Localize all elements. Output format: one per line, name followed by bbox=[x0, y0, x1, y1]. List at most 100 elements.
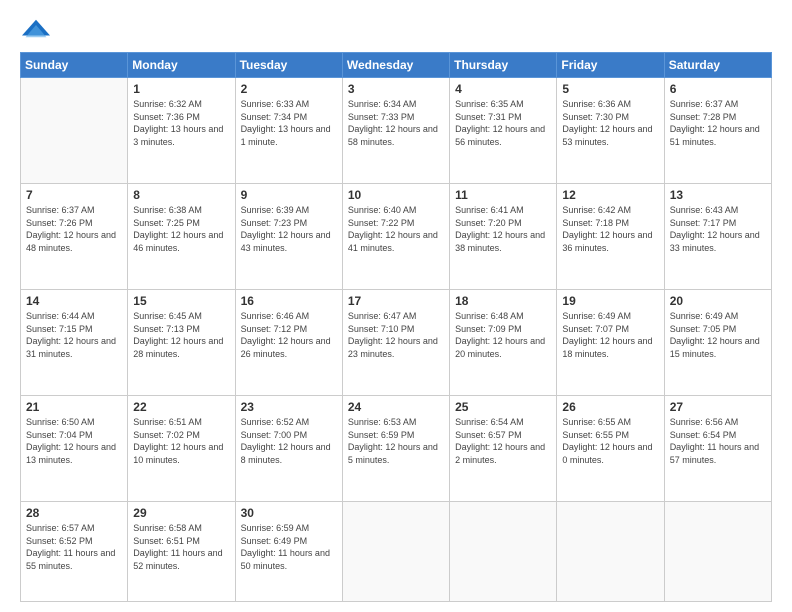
calendar-day-cell: 22 Sunrise: 6:51 AMSunset: 7:02 PMDayligh… bbox=[128, 396, 235, 502]
day-number: 24 bbox=[348, 400, 444, 414]
weekday-header-monday: Monday bbox=[128, 53, 235, 78]
day-number: 7 bbox=[26, 188, 122, 202]
calendar-day-cell: 26Sunrise: 6:55 AMSunset: 6:55 PMDayligh… bbox=[557, 396, 664, 502]
day-info: Sunrise: 6:36 AMSunset: 7:30 PMDaylight:… bbox=[562, 98, 658, 148]
calendar-day-cell bbox=[450, 502, 557, 602]
day-info: Sunrise: 6:43 AMSunset: 7:17 PMDaylight:… bbox=[670, 204, 766, 254]
day-number: 30 bbox=[241, 506, 337, 520]
day-number: 6 bbox=[670, 82, 766, 96]
day-info: Sunrise: 6:39 AMSunset: 7:23 PMDaylight:… bbox=[241, 204, 337, 254]
day-number: 18 bbox=[455, 294, 551, 308]
calendar-day-cell: 5 Sunrise: 6:36 AMSunset: 7:30 PMDaylight… bbox=[557, 78, 664, 184]
day-info: Sunrise: 6:37 AMSunset: 7:28 PMDaylight:… bbox=[670, 98, 766, 148]
day-number: 22 bbox=[133, 400, 229, 414]
calendar-day-cell: 8 Sunrise: 6:38 AMSunset: 7:25 PMDaylight… bbox=[128, 184, 235, 290]
day-info: Sunrise: 6:49 AMSunset: 7:05 PMDaylight:… bbox=[670, 310, 766, 360]
calendar-week-row: 7 Sunrise: 6:37 AMSunset: 7:26 PMDaylight… bbox=[21, 184, 772, 290]
day-number: 15 bbox=[133, 294, 229, 308]
calendar-day-cell: 10Sunrise: 6:40 AMSunset: 7:22 PMDayligh… bbox=[342, 184, 449, 290]
day-info: Sunrise: 6:46 AMSunset: 7:12 PMDaylight:… bbox=[241, 310, 337, 360]
day-info: Sunrise: 6:49 AMSunset: 7:07 PMDaylight:… bbox=[562, 310, 658, 360]
calendar-day-cell: 7 Sunrise: 6:37 AMSunset: 7:26 PMDaylight… bbox=[21, 184, 128, 290]
day-number: 20 bbox=[670, 294, 766, 308]
calendar-day-cell: 28 Sunrise: 6:57 AMSunset: 6:52 PMDayligh… bbox=[21, 502, 128, 602]
day-number: 1 bbox=[133, 82, 229, 96]
day-number: 11 bbox=[455, 188, 551, 202]
page: SundayMondayTuesdayWednesdayThursdayFrid… bbox=[0, 0, 792, 612]
calendar-day-cell: 14 Sunrise: 6:44 AMSunset: 7:15 PMDayligh… bbox=[21, 290, 128, 396]
calendar-day-cell: 19 Sunrise: 6:49 AMSunset: 7:07 PMDayligh… bbox=[557, 290, 664, 396]
calendar-day-cell: 13 Sunrise: 6:43 AMSunset: 7:17 PMDayligh… bbox=[664, 184, 771, 290]
calendar-day-cell: 15 Sunrise: 6:45 AMSunset: 7:13 PMDayligh… bbox=[128, 290, 235, 396]
weekday-header-saturday: Saturday bbox=[664, 53, 771, 78]
weekday-header-wednesday: Wednesday bbox=[342, 53, 449, 78]
day-number: 8 bbox=[133, 188, 229, 202]
calendar-day-cell: 18 Sunrise: 6:48 AMSunset: 7:09 PMDayligh… bbox=[450, 290, 557, 396]
day-number: 12 bbox=[562, 188, 658, 202]
day-info: Sunrise: 6:51 AMSunset: 7:02 PMDaylight:… bbox=[133, 416, 229, 466]
calendar-day-cell: 17Sunrise: 6:47 AMSunset: 7:10 PMDayligh… bbox=[342, 290, 449, 396]
logo-icon bbox=[20, 18, 52, 46]
day-number: 2 bbox=[241, 82, 337, 96]
day-info: Sunrise: 6:56 AMSunset: 6:54 PMDaylight:… bbox=[670, 416, 766, 466]
day-number: 26 bbox=[562, 400, 658, 414]
calendar-day-cell bbox=[21, 78, 128, 184]
day-info: Sunrise: 6:44 AMSunset: 7:15 PMDaylight:… bbox=[26, 310, 122, 360]
calendar-week-row: 28 Sunrise: 6:57 AMSunset: 6:52 PMDayligh… bbox=[21, 502, 772, 602]
calendar-day-cell: 24 Sunrise: 6:53 AMSunset: 6:59 PMDayligh… bbox=[342, 396, 449, 502]
weekday-header-tuesday: Tuesday bbox=[235, 53, 342, 78]
calendar-day-cell: 20 Sunrise: 6:49 AMSunset: 7:05 PMDayligh… bbox=[664, 290, 771, 396]
day-info: Sunrise: 6:58 AMSunset: 6:51 PMDaylight:… bbox=[133, 522, 229, 572]
day-number: 28 bbox=[26, 506, 122, 520]
day-info: Sunrise: 6:38 AMSunset: 7:25 PMDaylight:… bbox=[133, 204, 229, 254]
day-info: Sunrise: 6:59 AMSunset: 6:49 PMDaylight:… bbox=[241, 522, 337, 572]
weekday-header-friday: Friday bbox=[557, 53, 664, 78]
day-info: Sunrise: 6:54 AMSunset: 6:57 PMDaylight:… bbox=[455, 416, 551, 466]
weekday-header-sunday: Sunday bbox=[21, 53, 128, 78]
day-number: 21 bbox=[26, 400, 122, 414]
calendar-day-cell bbox=[664, 502, 771, 602]
day-info: Sunrise: 6:34 AMSunset: 7:33 PMDaylight:… bbox=[348, 98, 444, 148]
day-info: Sunrise: 6:33 AMSunset: 7:34 PMDaylight:… bbox=[241, 98, 337, 148]
day-number: 4 bbox=[455, 82, 551, 96]
calendar-day-cell: 11Sunrise: 6:41 AMSunset: 7:20 PMDayligh… bbox=[450, 184, 557, 290]
calendar-day-cell: 29 Sunrise: 6:58 AMSunset: 6:51 PMDayligh… bbox=[128, 502, 235, 602]
day-number: 9 bbox=[241, 188, 337, 202]
day-info: Sunrise: 6:45 AMSunset: 7:13 PMDaylight:… bbox=[133, 310, 229, 360]
day-info: Sunrise: 6:32 AMSunset: 7:36 PMDaylight:… bbox=[133, 98, 229, 148]
calendar-day-cell: 6 Sunrise: 6:37 AMSunset: 7:28 PMDaylight… bbox=[664, 78, 771, 184]
day-number: 14 bbox=[26, 294, 122, 308]
calendar-week-row: 1 Sunrise: 6:32 AMSunset: 7:36 PMDaylight… bbox=[21, 78, 772, 184]
day-number: 13 bbox=[670, 188, 766, 202]
calendar-day-cell: 1 Sunrise: 6:32 AMSunset: 7:36 PMDaylight… bbox=[128, 78, 235, 184]
calendar-day-cell: 9 Sunrise: 6:39 AMSunset: 7:23 PMDaylight… bbox=[235, 184, 342, 290]
day-info: Sunrise: 6:50 AMSunset: 7:04 PMDaylight:… bbox=[26, 416, 122, 466]
day-number: 27 bbox=[670, 400, 766, 414]
day-info: Sunrise: 6:37 AMSunset: 7:26 PMDaylight:… bbox=[26, 204, 122, 254]
day-number: 23 bbox=[241, 400, 337, 414]
day-number: 29 bbox=[133, 506, 229, 520]
day-info: Sunrise: 6:53 AMSunset: 6:59 PMDaylight:… bbox=[348, 416, 444, 466]
calendar-day-cell: 3Sunrise: 6:34 AMSunset: 7:33 PMDaylight… bbox=[342, 78, 449, 184]
day-number: 16 bbox=[241, 294, 337, 308]
day-number: 5 bbox=[562, 82, 658, 96]
calendar-week-row: 21 Sunrise: 6:50 AMSunset: 7:04 PMDayligh… bbox=[21, 396, 772, 502]
day-number: 19 bbox=[562, 294, 658, 308]
calendar-day-cell: 2 Sunrise: 6:33 AMSunset: 7:34 PMDaylight… bbox=[235, 78, 342, 184]
calendar-day-cell: 27 Sunrise: 6:56 AMSunset: 6:54 PMDayligh… bbox=[664, 396, 771, 502]
calendar-day-cell: 30 Sunrise: 6:59 AMSunset: 6:49 PMDayligh… bbox=[235, 502, 342, 602]
calendar-day-cell: 16 Sunrise: 6:46 AMSunset: 7:12 PMDayligh… bbox=[235, 290, 342, 396]
calendar-day-cell: 12 Sunrise: 6:42 AMSunset: 7:18 PMDayligh… bbox=[557, 184, 664, 290]
day-info: Sunrise: 6:52 AMSunset: 7:00 PMDaylight:… bbox=[241, 416, 337, 466]
calendar-day-cell: 25 Sunrise: 6:54 AMSunset: 6:57 PMDayligh… bbox=[450, 396, 557, 502]
day-info: Sunrise: 6:42 AMSunset: 7:18 PMDaylight:… bbox=[562, 204, 658, 254]
calendar-day-cell: 23 Sunrise: 6:52 AMSunset: 7:00 PMDayligh… bbox=[235, 396, 342, 502]
day-info: Sunrise: 6:57 AMSunset: 6:52 PMDaylight:… bbox=[26, 522, 122, 572]
day-number: 10 bbox=[348, 188, 444, 202]
calendar-day-cell: 21 Sunrise: 6:50 AMSunset: 7:04 PMDayligh… bbox=[21, 396, 128, 502]
day-number: 25 bbox=[455, 400, 551, 414]
calendar-day-cell: 4Sunrise: 6:35 AMSunset: 7:31 PMDaylight… bbox=[450, 78, 557, 184]
header bbox=[20, 18, 772, 46]
day-info: Sunrise: 6:48 AMSunset: 7:09 PMDaylight:… bbox=[455, 310, 551, 360]
weekday-header-row: SundayMondayTuesdayWednesdayThursdayFrid… bbox=[21, 53, 772, 78]
